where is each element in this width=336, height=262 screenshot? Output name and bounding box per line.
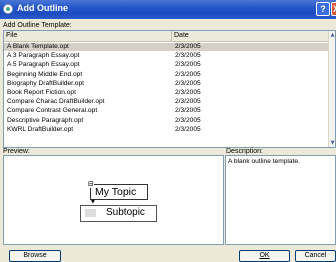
template-row[interactable]: Beginning Middle End.opt 2/3/2005 <box>4 71 332 79</box>
cancel-button[interactable]: Cancel <box>295 250 336 262</box>
file-column-header[interactable]: File <box>4 31 172 42</box>
topic-text: My Topic <box>95 186 137 198</box>
description-label: Description: <box>226 148 263 155</box>
template-row[interactable]: KWRL DraftBuilder.opt 2/3/2005 <box>4 126 332 134</box>
template-date: 2/3/2005 <box>175 70 201 78</box>
browse-button[interactable]: Browse <box>9 250 61 262</box>
template-list[interactable]: File Date A Blank Template.opt 2/3/2005 A … <box>3 30 336 148</box>
template-file-name: Descriptive Paragraph.opt <box>7 116 84 124</box>
template-row[interactable]: Biography DraftBuilder.opt 2/3/2005 <box>4 80 332 88</box>
template-file-name: Compare Contrast General.opt <box>7 107 98 115</box>
template-section-label: Add Outline Template: <box>3 22 72 29</box>
template-row[interactable]: A 5 Paragraph Essay.opt 2/3/2005 <box>4 61 332 69</box>
preview-topic-node: My Topic <box>90 184 148 200</box>
template-row[interactable]: Compare Charac DraftBuilder.opt 2/3/2005 <box>4 98 332 106</box>
collapse-icon: ⊟ <box>88 180 94 188</box>
template-date: 2/3/2005 <box>175 98 201 106</box>
ok-label: OK <box>259 252 270 259</box>
template-file-name: Compare Charac DraftBuilder.opt <box>7 98 105 106</box>
description-text: A blank outline template. <box>228 158 300 165</box>
template-date: 2/3/2005 <box>175 43 201 50</box>
ok-button[interactable]: OK <box>239 250 290 262</box>
template-file-name: A 5 Paragraph Essay.opt <box>7 61 80 69</box>
template-file-name: A 3 Paragraph Essay.opt <box>7 52 80 60</box>
template-file-name: Beginning Middle End.opt <box>7 70 83 78</box>
template-file-name: Book Report Fiction.opt <box>7 89 76 96</box>
app-icon <box>3 4 13 14</box>
preview-pane: My Topic ⊟ ▼ Subtopic <box>3 155 224 245</box>
template-file-name: Biography DraftBuilder.opt <box>7 79 84 87</box>
template-date: 2/3/2005 <box>175 125 201 133</box>
template-date: 2/3/2005 <box>175 107 201 115</box>
scroll-up-icon[interactable]: ▲ <box>329 31 335 39</box>
template-row[interactable]: A 3 Paragraph Essay.opt 2/3/2005 <box>4 52 332 60</box>
template-row[interactable]: Descriptive Paragraph.opt 2/3/2005 <box>4 117 332 125</box>
title-bar: Add Outline ? X <box>0 0 336 19</box>
subtopic-text: Subtopic <box>106 207 145 218</box>
preview-label: Preview: <box>3 148 30 155</box>
help-button[interactable]: ? <box>316 2 330 16</box>
preview-subtopic-node: Subtopic <box>80 205 157 222</box>
template-row[interactable]: Book Report Fiction.opt 2/3/2005 <box>4 89 332 97</box>
window-title: Add Outline <box>17 3 68 13</box>
template-list-scrollbar[interactable]: ▲ ▼ <box>328 31 335 147</box>
template-date: 2/3/2005 <box>175 79 201 87</box>
template-date: 2/3/2005 <box>175 89 201 96</box>
template-row[interactable]: A Blank Template.opt 2/3/2005 <box>4 43 332 51</box>
template-date: 2/3/2005 <box>175 61 201 69</box>
template-file-name: KWRL DraftBuilder.opt <box>7 125 74 133</box>
subtopic-bullet-icon <box>85 209 96 217</box>
description-box: A blank outline template. <box>225 155 336 245</box>
template-row[interactable]: Compare Contrast General.opt 2/3/2005 <box>4 107 332 115</box>
close-button[interactable]: X <box>331 2 336 16</box>
connector-arrow-icon: ▼ <box>91 199 95 205</box>
add-outline-dialog: Add Outline ? X Add Outline Template: Fi… <box>0 0 336 262</box>
scroll-down-icon[interactable]: ▼ <box>329 139 335 147</box>
template-file-name: A Blank Template.opt <box>7 43 69 50</box>
template-date: 2/3/2005 <box>175 116 201 124</box>
template-date: 2/3/2005 <box>175 52 201 60</box>
date-column-header[interactable]: Date <box>172 31 330 42</box>
